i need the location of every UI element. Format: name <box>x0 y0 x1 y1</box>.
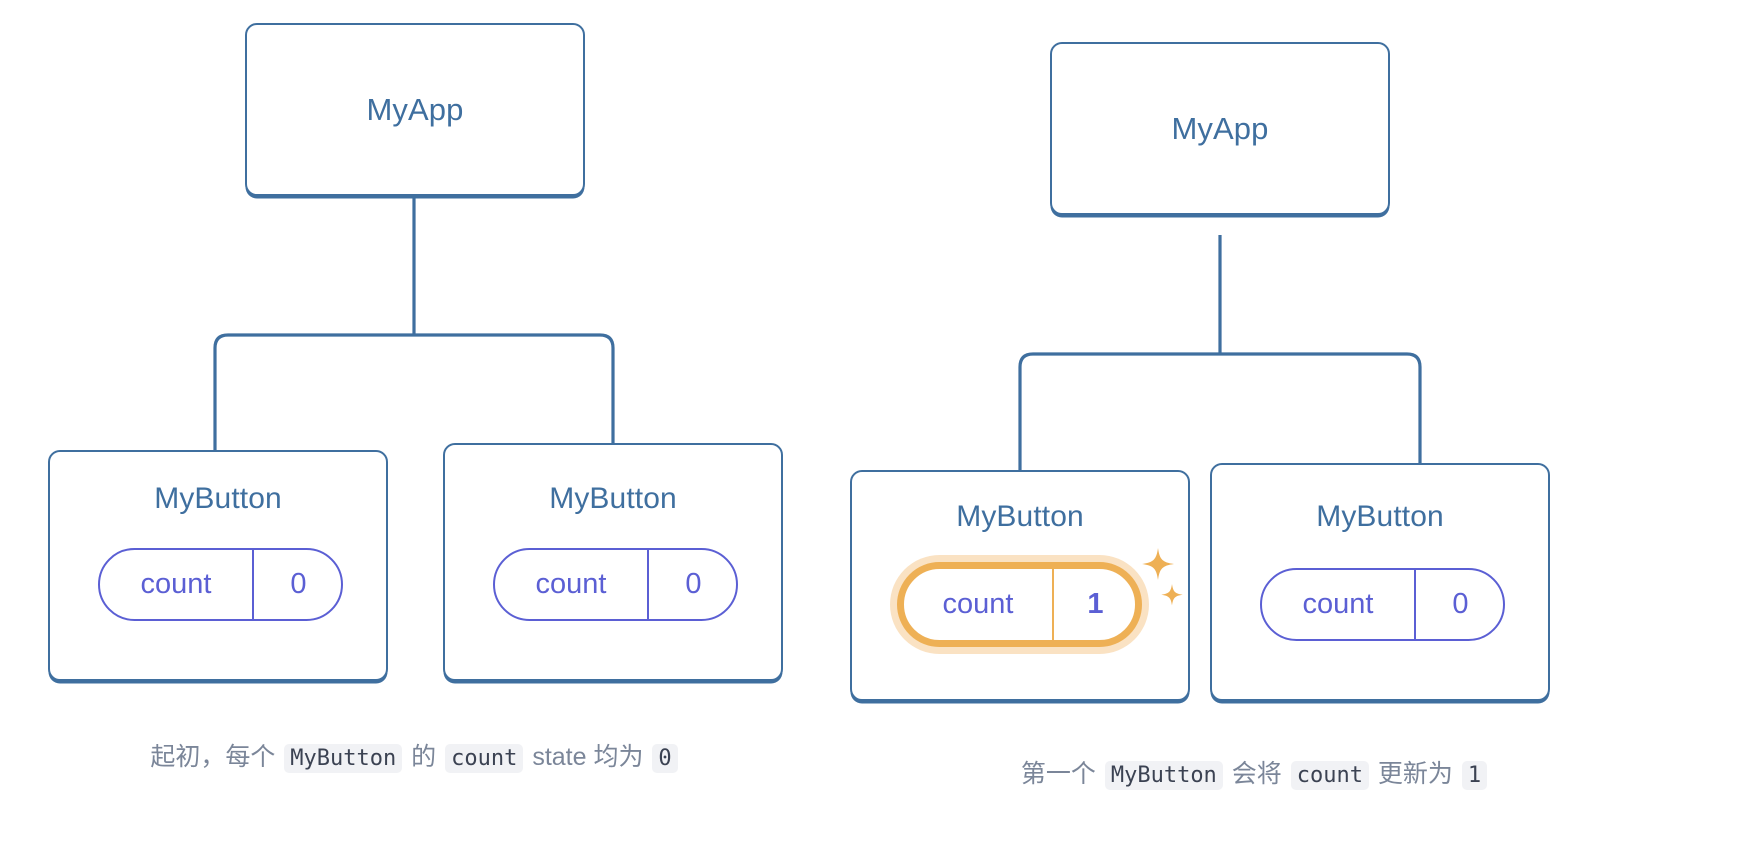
diagram-stage: MyApp MyButton count 0 MyButton count 0 … <box>0 0 1738 862</box>
state-pill-value-right-2: 0 <box>1414 570 1505 639</box>
state-pill-value-2: 0 <box>647 550 738 619</box>
caption-code-chip: count <box>445 744 524 773</box>
node-title-mybutton-2: MyButton <box>549 482 677 515</box>
state-pill-key-right-2: count <box>1302 588 1374 620</box>
caption-code-chip: count <box>1290 761 1369 790</box>
state-pill-key-2: count <box>535 568 607 600</box>
state-pill-value-1: 0 <box>252 550 343 619</box>
node-title-myapp: MyApp <box>366 91 464 127</box>
node-title-myapp-right: MyApp <box>1171 110 1269 146</box>
caption-text-segment: 第一个 <box>1020 760 1103 788</box>
node-title-mybutton-right-2: MyButton <box>1316 500 1444 533</box>
state-pill-value-highlighted: 1 <box>1052 569 1137 640</box>
node-box-myapp[interactable]: MyApp <box>245 23 585 196</box>
caption-code-chip: MyButton <box>1104 761 1223 790</box>
caption-text-segment: 起初，每个 <box>150 743 283 771</box>
state-pill-count-right-2[interactable]: count 0 <box>1260 568 1505 641</box>
state-pill-count-highlighted[interactable]: count 1 <box>897 562 1142 647</box>
caption-code-chip: 1 <box>1461 761 1488 790</box>
caption-code-chip: MyButton <box>284 744 403 773</box>
caption-text-segment: state 均为 <box>525 743 651 771</box>
caption-code-chip: 0 <box>652 744 678 773</box>
state-pill-key-1: count <box>140 568 212 600</box>
caption-text-after-click: 第一个 MyButton 会将 count 更新为 1 <box>1020 760 1489 790</box>
node-box-mybutton-2[interactable]: MyButton count 0 <box>443 443 783 681</box>
node-title-mybutton-1: MyButton <box>154 482 282 515</box>
caption-text-segment: 的 <box>404 743 444 771</box>
node-title-mybutton-highlighted: MyButton <box>956 500 1084 533</box>
panel-initial-state: MyApp MyButton count 0 MyButton count 0 … <box>0 0 830 862</box>
panel-after-click: MyApp MyButton count 1 MyButton count 0 … <box>830 0 1738 862</box>
node-box-mybutton-1[interactable]: MyButton count 0 <box>48 450 388 681</box>
node-box-mybutton-right-2[interactable]: MyButton count 0 <box>1210 463 1550 701</box>
caption-text-segment: 会将 <box>1224 760 1289 788</box>
node-box-mybutton-highlighted[interactable]: MyButton count 1 <box>850 470 1190 701</box>
state-pill-key-highlighted: count <box>942 588 1014 620</box>
state-pill-count-1[interactable]: count 0 <box>98 548 343 621</box>
state-pill-count-2[interactable]: count 0 <box>493 548 738 621</box>
caption-initial-state: 起初，每个 MyButton 的 count state 均为 0 <box>55 738 775 777</box>
caption-after-click: 第一个 MyButton 会将 count 更新为 1 <box>890 755 1620 794</box>
caption-text-initial: 起初，每个 MyButton 的 count state 均为 0 <box>150 743 679 773</box>
node-box-myapp-right[interactable]: MyApp <box>1050 42 1390 215</box>
caption-text-segment: 更新为 <box>1370 760 1460 788</box>
